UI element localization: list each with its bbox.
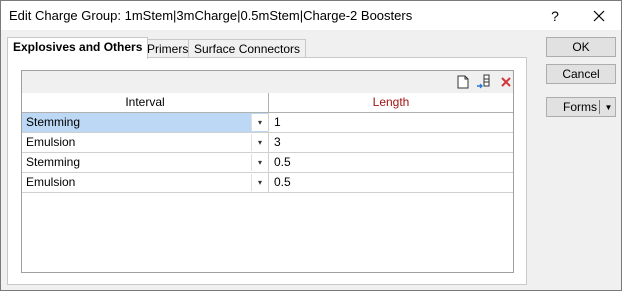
- dropdown-arrow-icon[interactable]: ▾: [251, 174, 268, 191]
- interval-value: Emulsion: [26, 175, 76, 189]
- tab-explosives-and-others[interactable]: Explosives and Others: [7, 37, 149, 59]
- interval-cell[interactable]: Stemming ▾: [22, 153, 269, 173]
- insert-row-icon[interactable]: [476, 74, 492, 90]
- table-row[interactable]: Emulsion ▾ 0.5: [22, 173, 513, 193]
- delete-row-icon[interactable]: [498, 74, 514, 90]
- help-button[interactable]: ?: [533, 1, 577, 30]
- interval-cell[interactable]: Stemming ▾: [22, 113, 269, 133]
- interval-grid: Interval Length Stemming ▾ 1 Emulsion ▾: [21, 70, 514, 273]
- length-value: 1: [274, 115, 281, 129]
- length-cell[interactable]: 0.5: [269, 173, 513, 193]
- column-header-length[interactable]: Length: [269, 93, 513, 112]
- ok-button[interactable]: OK: [546, 37, 616, 57]
- tab-primers[interactable]: Primers: [141, 39, 195, 58]
- cancel-button[interactable]: Cancel: [546, 64, 616, 84]
- close-icon: [593, 10, 605, 21]
- table-row[interactable]: Stemming ▾ 1: [22, 113, 513, 133]
- forms-label: Forms: [563, 100, 597, 114]
- interval-cell[interactable]: Emulsion ▾: [22, 173, 269, 193]
- new-row-icon[interactable]: [455, 74, 471, 90]
- chevron-down-icon[interactable]: ▼: [602, 98, 615, 116]
- length-value: 3: [274, 135, 281, 149]
- grid-header: Interval Length: [22, 93, 513, 113]
- interval-value: Stemming: [26, 155, 81, 169]
- dropdown-arrow-icon[interactable]: ▾: [251, 114, 268, 131]
- title-bar: Edit Charge Group: 1mStem|3mCharge|0.5mS…: [1, 1, 621, 30]
- tab-panel: Interval Length Stemming ▾ 1 Emulsion ▾: [7, 57, 527, 285]
- close-button[interactable]: [577, 1, 621, 30]
- length-value: 0.5: [274, 175, 291, 189]
- length-cell[interactable]: 1: [269, 113, 513, 133]
- column-header-interval[interactable]: Interval: [22, 93, 269, 112]
- table-row[interactable]: Stemming ▾ 0.5: [22, 153, 513, 173]
- dropdown-arrow-icon[interactable]: ▾: [251, 154, 268, 171]
- window-title: Edit Charge Group: 1mStem|3mCharge|0.5mS…: [9, 8, 413, 23]
- interval-value: Stemming: [26, 115, 81, 129]
- forms-separator: [599, 100, 600, 114]
- length-cell[interactable]: 0.5: [269, 153, 513, 173]
- grid-toolbar: [22, 71, 513, 94]
- tab-surface-connectors[interactable]: Surface Connectors: [188, 39, 307, 58]
- table-row[interactable]: Emulsion ▾ 3: [22, 133, 513, 153]
- dropdown-arrow-icon[interactable]: ▾: [251, 134, 268, 151]
- interval-value: Emulsion: [26, 135, 76, 149]
- length-cell[interactable]: 3: [269, 133, 513, 153]
- forms-button[interactable]: Forms ▼: [546, 97, 616, 117]
- dialog-window: Edit Charge Group: 1mStem|3mCharge|0.5mS…: [0, 0, 622, 291]
- length-value: 0.5: [274, 155, 291, 169]
- interval-cell[interactable]: Emulsion ▾: [22, 133, 269, 153]
